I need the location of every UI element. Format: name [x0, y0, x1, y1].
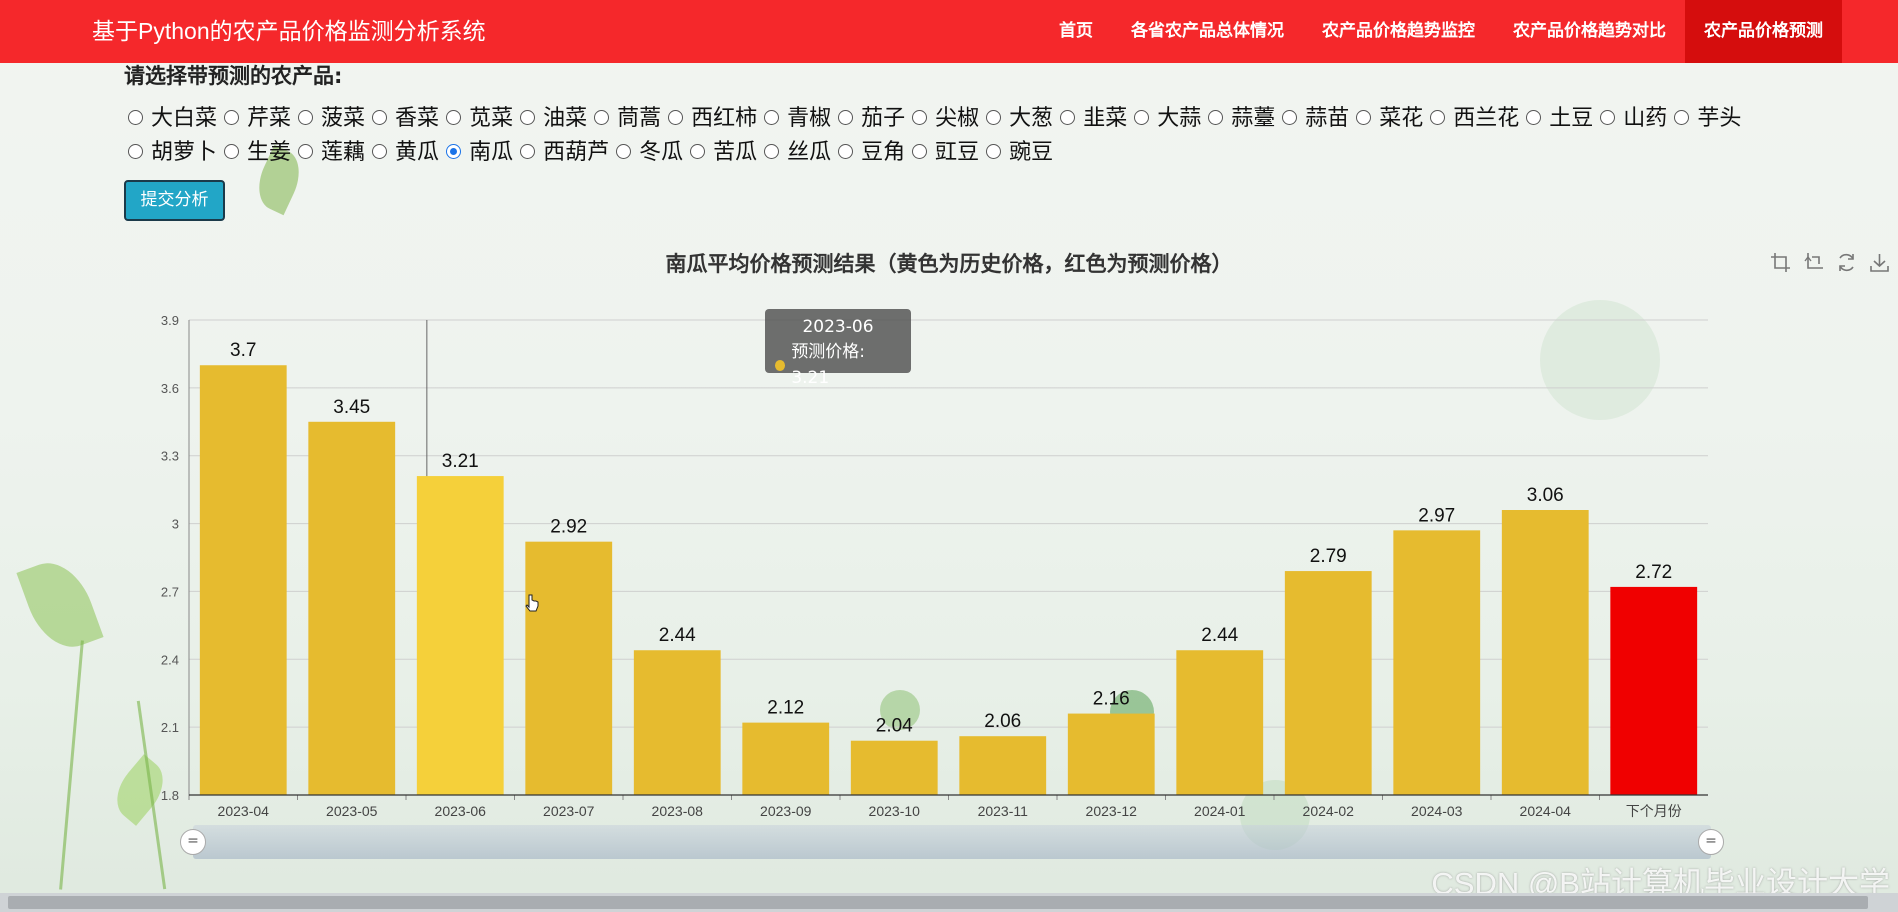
bar: [1501, 510, 1589, 795]
x-tick-label: 2023-12: [1086, 803, 1138, 819]
bar: [633, 650, 721, 795]
x-tick-label: 2023-11: [978, 803, 1029, 819]
bar-value-label: 2.97: [1418, 505, 1455, 526]
bar: [1067, 713, 1155, 795]
bar-value-label: 2.44: [659, 625, 696, 646]
y-tick-label: 3.6: [161, 381, 179, 396]
zoom-handle-right[interactable]: =: [1698, 829, 1724, 855]
bar-value-label: 3.45: [333, 397, 370, 418]
data-zoom-slider[interactable]: [193, 825, 1711, 859]
x-tick-label: 2023-06: [435, 803, 487, 819]
bar-value-label: 2.06: [984, 711, 1021, 732]
bar-chart: 1.8 2.1 2.4 2.7 3 3.3 3.6 3.9 3.7 2023-04 3.45 2023…: [161, 313, 1708, 819]
x-tick-label: 2023-08: [652, 803, 704, 819]
x-tick-label: 2023-09: [760, 803, 812, 819]
scrollbar-thumb[interactable]: [8, 896, 1868, 909]
bar: [199, 365, 287, 795]
bar-value-label: 2.12: [767, 698, 804, 719]
bar: [308, 421, 396, 795]
bar: [850, 740, 938, 795]
bar-value-label: 2.44: [1201, 625, 1238, 646]
zoom-handle-left[interactable]: =: [180, 829, 206, 855]
y-tick-label: 2.1: [161, 720, 179, 735]
y-tick-label: 3.9: [161, 313, 179, 328]
x-tick-label: 2024-04: [1520, 803, 1572, 819]
bar: [1610, 586, 1698, 795]
tooltip-title: 2023-06: [802, 317, 874, 337]
bar: [959, 736, 1047, 795]
bar: [416, 476, 504, 795]
bar-value-label: 2.16: [1093, 689, 1130, 710]
x-tick-label: 2024-03: [1411, 803, 1463, 819]
mouse-cursor-icon: [525, 594, 539, 619]
bar-value-label: 2.92: [550, 517, 587, 538]
bar: [1284, 571, 1372, 795]
bar-value-label: 3.21: [442, 451, 479, 472]
x-tick-label: 2023-07: [543, 803, 595, 819]
bar-value-label: 2.79: [1310, 546, 1347, 567]
x-tick-label: 2023-04: [218, 803, 270, 819]
bar: [1393, 530, 1481, 795]
y-tick-label: 3: [172, 517, 179, 532]
series-dot-icon: [775, 359, 786, 371]
bar-value-label: 2.04: [876, 716, 913, 737]
x-tick-label: 2023-10: [869, 803, 921, 819]
x-tick-label: 2023-05: [326, 803, 378, 819]
bar-value-label: 3.06: [1527, 485, 1564, 506]
horizontal-scrollbar[interactable]: [0, 893, 1898, 912]
x-tick-label: 下个月份: [1626, 803, 1682, 819]
chart-tooltip: 2023-06 预测价格: 3.21: [765, 309, 911, 388]
bar: [525, 541, 613, 795]
y-tick-label: 2.4: [161, 652, 179, 667]
bar: [742, 722, 830, 795]
bar: [1176, 650, 1264, 795]
tooltip-value: 预测价格: 3.21: [791, 342, 866, 388]
x-tick-label: 2024-01: [1194, 803, 1246, 819]
bar-value-label: 2.72: [1635, 562, 1672, 583]
y-tick-label: 1.8: [161, 788, 179, 803]
bar-value-label: 3.7: [230, 340, 256, 361]
x-tick-label: 2024-02: [1303, 803, 1355, 819]
y-tick-label: 2.7: [161, 584, 179, 599]
y-tick-label: 3.3: [161, 449, 179, 464]
